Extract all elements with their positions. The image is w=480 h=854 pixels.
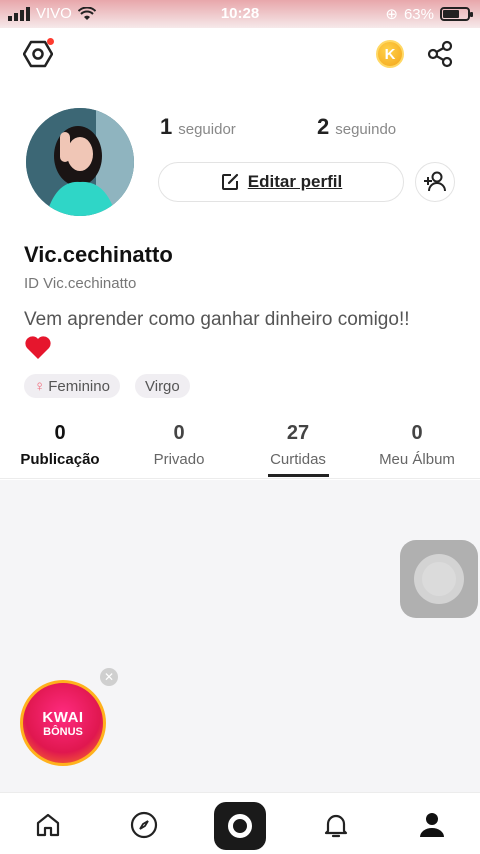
avatar-photo: [26, 108, 134, 216]
heart-emoji-icon: [25, 336, 51, 359]
add-user-icon: [424, 171, 446, 192]
assistive-touch-button[interactable]: [400, 540, 478, 618]
followers-label: seguidor: [178, 121, 236, 138]
home-icon: [36, 813, 60, 837]
tab-publicacao[interactable]: 0 Publicação: [0, 422, 120, 468]
zodiac-tag: Virgo: [135, 374, 190, 398]
tab-count: 27: [286, 422, 310, 444]
tab-count: 0: [54, 422, 66, 444]
nav-notifications[interactable]: [316, 805, 356, 845]
user-id: ID Vic.cechinatto: [24, 275, 137, 292]
assistive-touch-dot: [422, 562, 456, 596]
bio-text: Vem aprender como ganhar dinheiro comigo…: [24, 309, 410, 330]
bonus-line1: KWAI: [42, 708, 84, 726]
active-tab-indicator: [268, 474, 329, 477]
following-label: seguindo: [335, 121, 397, 138]
k-coin-icon: K: [376, 40, 404, 68]
tab-privado[interactable]: 0 Privado: [119, 422, 239, 468]
female-symbol-icon: ♀: [34, 377, 46, 395]
tab-count: 0: [173, 422, 185, 444]
bonus-line2: BÔNUS: [43, 725, 83, 738]
edit-profile-label: Editar perfil: [247, 172, 343, 191]
profile-icon: [420, 813, 444, 837]
tab-label: Publicação: [20, 451, 100, 468]
username: Vic.cechinatto: [24, 242, 173, 267]
camera-button[interactable]: [214, 802, 266, 850]
bell-icon: [324, 814, 348, 838]
status-right: ⊕ 63%: [385, 5, 473, 23]
avatar[interactable]: [26, 108, 134, 216]
coin-button[interactable]: K: [372, 36, 408, 72]
camera-icon: [228, 814, 252, 838]
battery-icon: [440, 7, 473, 21]
nav-discover[interactable]: [124, 805, 164, 845]
tab-count: 0: [411, 422, 423, 444]
notification-dot: [47, 38, 54, 45]
add-friend-button[interactable]: [415, 162, 455, 202]
gender-tag: ♀ Feminino: [24, 374, 120, 398]
nav-profile[interactable]: [412, 805, 452, 845]
following-stat[interactable]: 2 seguindo: [317, 114, 396, 140]
tab-label: Privado: [153, 451, 205, 468]
compass-icon: [130, 811, 158, 839]
battery-label: 63%: [403, 5, 434, 23]
followers-count: 1: [160, 114, 173, 139]
tab-curtidas[interactable]: 27 Curtidas: [238, 422, 358, 468]
nav-home[interactable]: [28, 805, 68, 845]
gender-tag-label: Feminino: [48, 377, 110, 395]
profile-section: K 1 seguidor 2 seguindo Editar perfil Vi…: [0, 28, 480, 480]
lock-rotation-icon: ⊕: [385, 6, 398, 23]
assistive-touch-ring: [414, 554, 464, 604]
tab-label: Meu Álbum: [379, 451, 455, 468]
following-count: 2: [317, 114, 330, 139]
close-icon[interactable]: ✕: [100, 668, 118, 686]
edit-icon: [221, 173, 238, 190]
share-icon: [427, 40, 453, 68]
divider: [0, 478, 480, 479]
settings-button[interactable]: [20, 36, 56, 72]
edit-profile-button[interactable]: Editar perfil: [158, 162, 404, 202]
followers-stat[interactable]: 1 seguidor: [160, 114, 236, 140]
kwai-bonus-badge[interactable]: KWAI BÔNUS: [20, 680, 106, 766]
status-bar: VIVO 10:28 ⊕ 63%: [0, 0, 480, 28]
tab-label: Curtidas: [270, 451, 326, 468]
share-button[interactable]: [422, 36, 458, 72]
tab-meu-album[interactable]: 0 Meu Álbum: [357, 422, 477, 468]
zodiac-tag-label: Virgo: [145, 377, 180, 395]
bottom-nav: [0, 792, 480, 854]
